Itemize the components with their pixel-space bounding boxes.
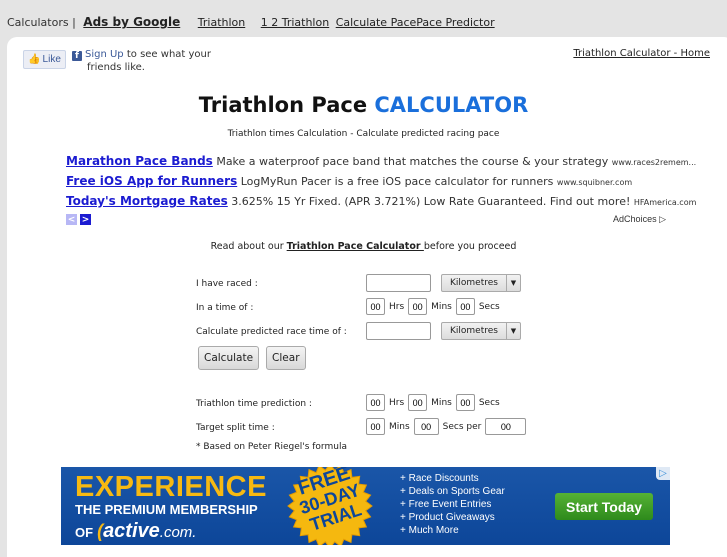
time-label: In a time of : [196,303,254,313]
free-trial-starburst: FREE 30-DAY TRIAL [287,467,373,545]
clear-button[interactable]: Clear [266,346,306,370]
thumbs-up-icon: 👍 [28,54,41,65]
perk-item: + Deals on Sports Gear [400,486,505,497]
chevron-right-icon[interactable]: > [80,214,91,225]
perk-item: + Product Giveaways [400,512,495,523]
split-seconds-output[interactable] [413,418,439,435]
nav-link-pace-predictor[interactable]: Pace Predictor [416,16,494,29]
banner-headline: EXPERIENCE [75,471,267,503]
nav-link-1-2-triathlon[interactable]: 1 2 Triathlon [261,16,329,29]
ad-text: 3.625% 15 Yr Fixed. (APR 3.721%) Low Rat… [227,195,634,208]
text-ad: Free iOS App for Runners LogMyRun Pacer … [66,173,666,193]
signup-text-2: friends like. [87,62,145,73]
hrs-label: Hrs [389,301,405,312]
calculators-label: Calculators | [7,16,76,29]
facebook-like-button[interactable]: 👍 Like [23,50,66,69]
banner-line2: THE PREMIUM MEMBERSHIP [75,502,258,517]
read-about-prefix: Read about our [210,241,287,252]
ad-text: Make a waterproof pace band that matches… [212,155,612,168]
secs-label: Secs [478,397,500,408]
adchoices-icon[interactable]: ▷ [656,467,670,480]
hrs-label: Hrs [389,397,405,408]
raced-distance-input[interactable] [366,274,431,292]
prediction-hours-output[interactable] [366,394,385,411]
ad-url[interactable]: HFAmerica.com [634,198,697,207]
prediction-label: Triathlon time prediction : [196,399,312,409]
mins-label: Mins [431,301,452,312]
ad-title-link[interactable]: Marathon Pace Bands [66,154,213,168]
banner-perks: + Race Discounts + Deals on Sports Gear … [400,472,505,537]
start-today-button[interactable]: Start Today [555,493,653,520]
split-minutes-output[interactable] [366,418,385,435]
chevron-down-icon: ▼ [506,323,520,339]
banner-brand-suffix: .com. [159,524,197,541]
facebook-icon: f [72,51,82,61]
predict-distance-input[interactable] [366,322,431,340]
facebook-signup-prompt: f Sign Up to see what your friends like. [72,48,232,74]
text-ad: Marathon Pace Bands Make a waterproof pa… [66,153,696,173]
ad-url[interactable]: www.squibner.com [557,178,632,187]
home-link[interactable]: Triathlon Calculator - Home [573,48,710,59]
predict-label: Calculate predicted race time of : [196,327,347,337]
raced-unit-value: Kilometres [450,278,498,288]
banner-line3: OF (active.com. [75,520,196,543]
formula-note: * Based on Peter Riegel's formula [196,442,347,452]
nav-link-triathlon[interactable]: Triathlon [198,16,245,29]
page-subtitle: Triathlon times Calculation - Calculate … [227,129,500,139]
raced-unit-select[interactable]: Kilometres ▼ [441,274,521,292]
ad-title-link[interactable]: Free iOS App for Runners [66,174,237,188]
prediction-seconds-output[interactable] [455,394,475,411]
ad-text: LogMyRun Pacer is a free iOS pace calcul… [237,175,557,188]
time-seconds-input[interactable] [455,298,475,315]
perk-item: + Race Discounts [400,473,479,484]
read-about-text: Read about our Triathlon Pace Calculator… [0,241,727,252]
predict-unit-select[interactable]: Kilometres ▼ [441,322,521,340]
page-title: Triathlon Pace CALCULATOR [0,93,727,117]
chevron-down-icon: ▼ [506,275,520,291]
top-navigation: Calculators | Ads by Google Triathlon 1 … [7,15,495,29]
ad-url[interactable]: www.races2remem... [612,158,696,167]
text-ad: Today's Mortgage Rates 3.625% 15 Yr Fixe… [66,193,696,213]
text-ads: Marathon Pace Bands Make a waterproof pa… [66,153,696,225]
ad-navigation: < > [66,214,91,225]
mins-label: Mins [389,421,410,432]
calculator-info-link[interactable]: Triathlon Pace Calculator [287,241,424,252]
title-text: Triathlon Pace [198,93,375,117]
title-accent: CALCULATOR [374,93,529,117]
time-hours-input[interactable] [366,298,385,315]
time-minutes-input[interactable] [408,298,428,315]
perk-item: + Free Event Entries [400,499,492,510]
ads-by-google-link[interactable]: Ads by Google [83,15,180,29]
signup-text: to see what your [123,49,211,60]
perk-item: + Much More [400,525,459,536]
raced-label: I have raced : [196,279,258,289]
predict-unit-value: Kilometres [450,326,498,336]
facebook-signup-link[interactable]: Sign Up [85,49,124,60]
read-about-suffix: before you proceed [423,241,517,252]
prediction-minutes-output[interactable] [408,394,428,411]
chevron-left-icon[interactable]: < [66,214,77,225]
like-label: Like [42,54,61,65]
ad-title-link[interactable]: Today's Mortgage Rates [66,194,228,208]
active-ad-banner[interactable]: EXPERIENCE THE PREMIUM MEMBERSHIP OF (act… [61,467,670,545]
adchoices-link[interactable]: AdChoices ▷ [613,214,666,225]
banner-of: OF [75,525,94,540]
calculate-button[interactable]: Calculate [198,346,260,370]
banner-brand: active [103,520,160,542]
secs-per-label: Secs per [442,421,482,432]
mins-label: Mins [431,397,452,408]
nav-link-calculate-pace[interactable]: Calculate Pace [336,16,417,29]
split-per-output[interactable] [485,418,527,435]
split-label: Target split time : [196,423,275,433]
secs-label: Secs [478,301,500,312]
